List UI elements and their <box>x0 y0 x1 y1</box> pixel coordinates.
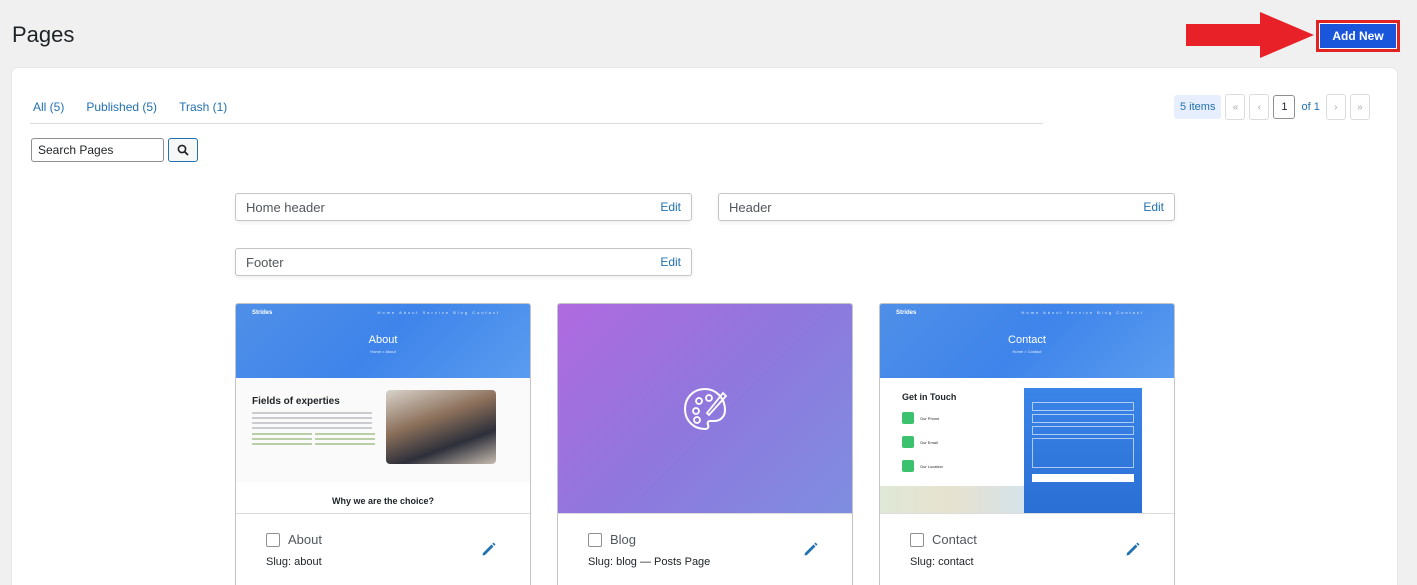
thumbnail-body: Get in Touch Our Phone Our Email Our Loc… <box>880 378 1174 513</box>
page-title: Pages <box>12 22 75 47</box>
thumbnail-form <box>1024 388 1142 513</box>
page-slug: Slug: blog — Posts Page <box>588 556 711 568</box>
thumbnail-body: Fields of experties <box>236 378 530 482</box>
thumbnail-footer-title: Why we are the choice? <box>331 496 435 506</box>
thumbnail-hero: Strides Home About Service Blog Contact … <box>880 304 1174 378</box>
thumbnail-photo <box>386 390 496 464</box>
select-checkbox[interactable] <box>588 532 602 547</box>
search-icon <box>177 144 189 156</box>
status-filters: All (5) Published (5) Trash (1) <box>33 100 227 114</box>
page-card-footer: About Slug: about <box>236 514 530 585</box>
total-pages-label: of 1 <box>1301 101 1320 113</box>
search-box <box>31 138 198 162</box>
filter-published[interactable]: Published (5) <box>86 100 157 114</box>
prev-page-button[interactable]: ‹ <box>1249 94 1270 120</box>
thumbnail-menu: Home About Service Blog Contact <box>377 310 500 315</box>
add-new-button[interactable]: Add New <box>1320 24 1396 48</box>
thumbnail-map <box>880 486 1024 513</box>
thumbnail-heading: Contact <box>1008 334 1046 346</box>
edit-link[interactable]: Edit <box>1143 200 1164 214</box>
template-part-name: Footer <box>246 254 284 270</box>
page-card-about[interactable]: Strides Home About Service Blog Contact … <box>235 303 531 585</box>
thumbnail-breadcrumb: Home > Contact <box>1012 349 1042 354</box>
palette-icon <box>683 387 728 430</box>
pagination: 5 items « ‹ 1 of 1 › » <box>1174 94 1370 120</box>
items-count: 5 items <box>1174 95 1222 119</box>
template-part-name: Home header <box>246 199 325 215</box>
thumbnail-info-label: Our Location <box>920 463 943 469</box>
page-thumbnail[interactable]: Strides Home About Service Blog Contact … <box>880 304 1174 514</box>
template-part-name: Header <box>729 199 772 215</box>
page-card-contact[interactable]: Strides Home About Service Blog Contact … <box>879 303 1175 585</box>
thumbnail-hero: Strides Home About Service Blog Contact … <box>236 304 530 378</box>
red-arrow-annotation <box>1186 12 1314 58</box>
page-slug: Slug: contact <box>910 556 974 568</box>
page-slug: Slug: about <box>266 556 322 568</box>
phone-icon <box>902 412 914 424</box>
thumbnail-menu: Home About Service Blog Contact <box>1021 310 1144 315</box>
thumbnail-breadcrumb: Home > About <box>370 349 396 354</box>
thumbnail-info-label: Our Email <box>920 439 938 445</box>
select-checkbox[interactable] <box>910 532 924 547</box>
next-page-button[interactable]: › <box>1325 94 1346 120</box>
filter-divider <box>30 123 1043 124</box>
page-card-footer: Contact Slug: contact <box>880 514 1174 585</box>
page-title-label: About <box>288 532 322 547</box>
page-card-blog[interactable]: Blog Slug: blog — Posts Page <box>557 303 853 585</box>
add-new-highlight: Add New <box>1316 20 1400 52</box>
first-page-button[interactable]: « <box>1225 94 1246 120</box>
page-thumbnail[interactable] <box>558 304 852 514</box>
thumbnail-info-label: Our Phone <box>920 415 940 421</box>
thumbnail-brand: Strides <box>896 310 917 316</box>
email-icon <box>902 436 914 448</box>
pencil-icon[interactable] <box>802 540 820 558</box>
last-page-button[interactable]: » <box>1349 94 1370 120</box>
page-thumbnail[interactable]: Strides Home About Service Blog Contact … <box>236 304 530 514</box>
template-part-header: Header Edit <box>718 193 1175 221</box>
pencil-icon[interactable] <box>480 540 498 558</box>
location-icon <box>902 460 914 472</box>
filter-all[interactable]: All (5) <box>33 100 64 114</box>
pencil-icon[interactable] <box>1124 540 1142 558</box>
thumbnail-brand: Strides <box>252 310 273 316</box>
page-title-label: Contact <box>932 532 977 547</box>
thumbnail-contact-info: Our Location <box>902 460 943 472</box>
template-part-footer: Footer Edit <box>235 248 692 276</box>
thumbnail-contact-info: Our Phone <box>902 412 939 424</box>
filter-trash[interactable]: Trash (1) <box>179 100 227 114</box>
current-page-input[interactable]: 1 <box>1273 95 1296 119</box>
page-card-footer: Blog Slug: blog — Posts Page <box>558 514 852 585</box>
page-title-label: Blog <box>610 532 637 547</box>
template-part-home-header: Home header Edit <box>235 193 692 221</box>
edit-link[interactable]: Edit <box>660 200 681 214</box>
thumbnail-section-title: Get in Touch <box>902 392 957 402</box>
search-button[interactable] <box>168 138 198 162</box>
select-checkbox[interactable] <box>266 532 280 547</box>
thumbnail-heading: About <box>368 334 398 346</box>
edit-link[interactable]: Edit <box>660 255 681 269</box>
thumbnail-contact-info: Our Email <box>902 436 938 448</box>
search-input[interactable] <box>31 138 164 162</box>
